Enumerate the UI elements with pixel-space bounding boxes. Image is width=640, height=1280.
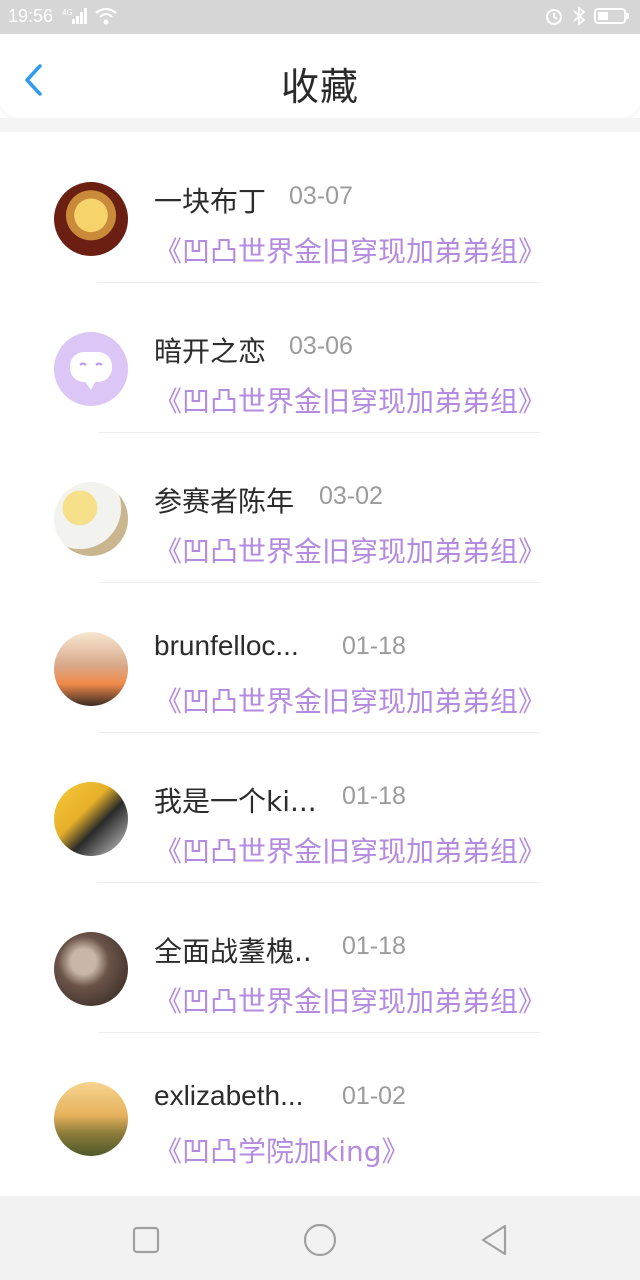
network-label: 4G (62, 8, 73, 17)
group-link[interactable]: 《凹凸世界金旧穿现加弟弟组》 (154, 380, 546, 420)
user-name[interactable]: brunfelloc... (154, 630, 299, 662)
favorite-date: 03-06 (289, 332, 353, 360)
favorite-date: 03-02 (319, 482, 383, 510)
back-nav-button[interactable] (474, 1220, 514, 1260)
navigation-bar (0, 1196, 640, 1280)
avatar[interactable] (54, 932, 128, 1006)
status-bar: 19:56 4G (0, 0, 640, 34)
status-time: 19:56 (8, 6, 54, 26)
user-name[interactable]: 暗开之恋 (154, 330, 266, 370)
home-circle-icon (303, 1223, 337, 1257)
user-name[interactable]: 我是一个ki... (154, 780, 314, 820)
group-link[interactable]: 《凹凸世界金旧穿现加弟弟组》 (154, 680, 546, 720)
chat-bubble-icon (70, 352, 112, 390)
favorite-date: 03-07 (289, 182, 353, 210)
avatar[interactable] (54, 632, 128, 706)
list-item[interactable]: 我是一个ki... 01-18 《凹凸世界金旧穿现加弟弟组》 (0, 732, 640, 883)
avatar[interactable] (54, 482, 128, 556)
header-divider (0, 118, 640, 132)
group-link[interactable]: 《凹凸世界金旧穿现加弟弟组》 (154, 230, 546, 270)
group-link[interactable]: 《凹凸学院加king》 (154, 1130, 410, 1170)
user-name[interactable]: 一块布丁 (154, 180, 266, 220)
list-item[interactable]: 全面战耋槐... 01-18 《凹凸世界金旧穿现加弟弟组》 (0, 882, 640, 1033)
alarm-icon (544, 6, 564, 26)
avatar[interactable] (54, 782, 128, 856)
avatar[interactable] (54, 1082, 128, 1156)
favorite-date: 01-18 (342, 782, 406, 810)
back-triangle-icon (481, 1224, 507, 1256)
list-item[interactable]: 一块布丁 03-07 《凹凸世界金旧穿现加弟弟组》 (0, 132, 640, 283)
battery-icon (594, 6, 630, 26)
signal-icon: 4G (62, 6, 88, 26)
favorite-date: 01-02 (342, 1082, 406, 1110)
avatar[interactable] (54, 182, 128, 256)
group-link[interactable]: 《凹凸世界金旧穿现加弟弟组》 (154, 530, 546, 570)
user-name[interactable]: exlizabeth... (154, 1080, 303, 1112)
wifi-icon (94, 6, 118, 26)
home-button[interactable] (300, 1220, 340, 1260)
list-item[interactable]: brunfelloc... 01-18 《凹凸世界金旧穿现加弟弟组》 (0, 582, 640, 733)
list-item[interactable]: 参赛者陈年 03-02 《凹凸世界金旧穿现加弟弟组》 (0, 432, 640, 583)
recent-apps-square-icon (132, 1226, 160, 1254)
list-item[interactable]: 暗开之恋 03-06 《凹凸世界金旧穿现加弟弟组》 (0, 282, 640, 433)
list-item[interactable]: exlizabeth... 01-02 《凹凸学院加king》 (0, 1032, 640, 1182)
header: 收藏 (0, 34, 640, 118)
group-link[interactable]: 《凹凸世界金旧穿现加弟弟组》 (154, 830, 546, 870)
page-title: 收藏 (280, 65, 359, 109)
bluetooth-icon (572, 6, 586, 26)
user-name[interactable]: 参赛者陈年 (154, 480, 294, 520)
favorite-date: 01-18 (342, 932, 406, 960)
recent-apps-button[interactable] (126, 1220, 166, 1260)
avatar[interactable] (54, 332, 128, 406)
favorite-date: 01-18 (342, 632, 406, 660)
group-link[interactable]: 《凹凸世界金旧穿现加弟弟组》 (154, 980, 546, 1020)
user-name[interactable]: 全面战耋槐... (154, 930, 314, 970)
